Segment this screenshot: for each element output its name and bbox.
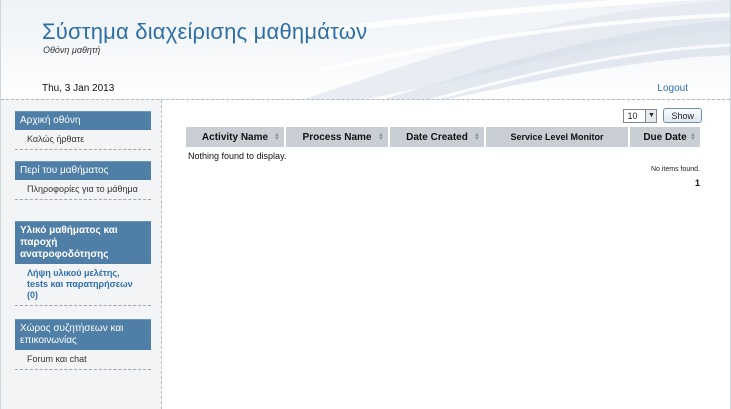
sort-icon: ▲ ▼	[274, 132, 280, 142]
sidebar-heading-home[interactable]: Αρχική οθόνη	[15, 111, 151, 130]
sort-icon: ▲ ▼	[378, 132, 384, 142]
sidebar-section-about: Περί του μαθήματος Πληροφορίες για το μά…	[15, 161, 151, 200]
sidebar-heading-discussion[interactable]: Χώρος συζητήσεων και επικοινωνίας	[15, 319, 151, 350]
app-title: Σύστημα διαχείρισης μαθημάτων	[42, 19, 368, 44]
logout-link[interactable]: Logout	[657, 83, 688, 94]
table-controls: 10 ▼ Show	[623, 108, 702, 123]
current-date: Thu, 3 Jan 2013	[42, 83, 115, 94]
show-button[interactable]: Show	[663, 108, 702, 123]
sidebar-section-discussion: Χώρος συζητήσεων και επικοινωνίας Forum …	[15, 319, 151, 370]
column-label: Date Created	[406, 131, 468, 143]
page-number[interactable]: 1	[695, 178, 700, 188]
column-label: Due Date	[643, 131, 687, 143]
page: Σύστημα διαχείρισης μαθημάτων Οθόνη μαθη…	[0, 0, 731, 409]
header-banner: Σύστημα διαχείρισης μαθημάτων Οθόνη μαθη…	[1, 0, 730, 100]
column-due-date[interactable]: Due Date ▲ ▼	[630, 127, 700, 147]
main-content: 10 ▼ Show Activity Name ▲ ▼ Process Name …	[163, 100, 730, 409]
sidebar-item-course-info[interactable]: Πληροφορίες για το μάθημα	[15, 180, 151, 200]
sidebar-item-download-material[interactable]: Λήψη υλικού μελέτης, tests και παρατηρήσ…	[15, 264, 151, 306]
column-service-level-monitor[interactable]: Service Level Monitor	[486, 127, 630, 147]
column-label: Process Name	[302, 131, 372, 143]
sidebar-section-material: Υλικό μαθήματος και παροχή ανατροφοδότησ…	[15, 221, 151, 306]
sort-icon: ▲ ▼	[474, 132, 480, 142]
column-label: Activity Name	[201, 131, 269, 143]
items-found-text: No items found.	[650, 166, 700, 173]
sidebar-heading-material[interactable]: Υλικό μαθήματος και παροχή ανατροφοδότησ…	[15, 221, 151, 264]
column-process-name[interactable]: Process Name ▲ ▼	[286, 127, 390, 147]
column-label: Service Level Monitor	[510, 132, 604, 142]
sidebar: Αρχική οθόνη Καλώς ήρθατε Περί του μαθήμ…	[1, 100, 162, 409]
chevron-down-icon[interactable]: ▼	[645, 109, 657, 122]
sidebar-section-home: Αρχική οθόνη Καλώς ήρθατε	[15, 111, 151, 150]
page-size-value: 10	[627, 110, 638, 121]
table-header: Activity Name ▲ ▼ Process Name ▲ ▼ Date Cr…	[186, 127, 700, 147]
sidebar-item-welcome[interactable]: Καλώς ήρθατε	[15, 130, 151, 150]
column-date-created[interactable]: Date Created ▲ ▼	[390, 127, 486, 147]
sidebar-heading-about[interactable]: Περί του μαθήματος	[15, 161, 151, 180]
page-size-select[interactable]: 10 ▼	[623, 108, 658, 123]
sort-icon: ▲ ▼	[690, 132, 696, 142]
app-subtitle: Οθόνη μαθητή	[43, 45, 101, 55]
empty-table-message: Nothing found to display.	[188, 151, 287, 161]
sidebar-item-forum-chat[interactable]: Forum και chat	[15, 350, 151, 370]
column-activity-name[interactable]: Activity Name ▲ ▼	[186, 127, 286, 147]
